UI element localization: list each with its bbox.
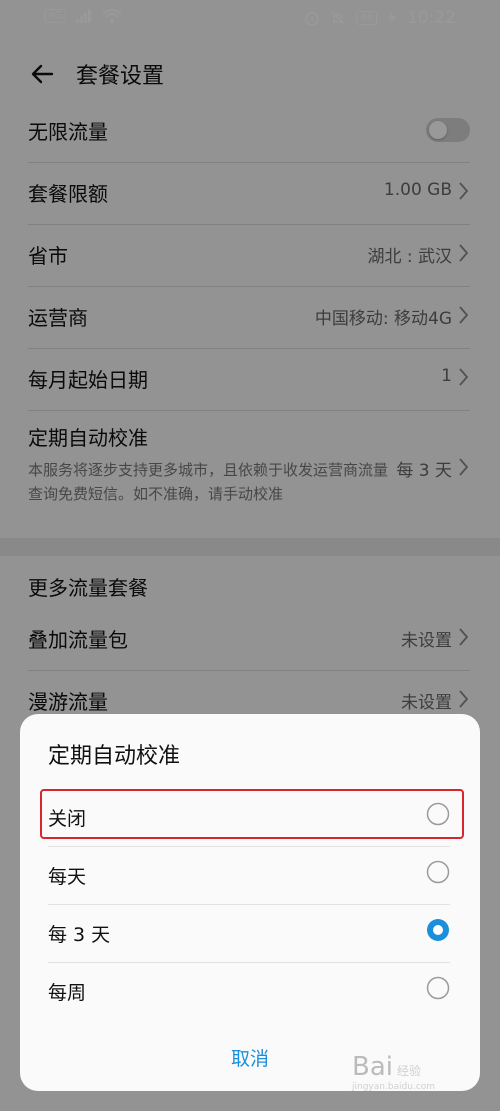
option-daily-label: 每天 (48, 866, 87, 888)
option-every-3-days-label: 每 3 天 (48, 924, 111, 946)
radio-unselected-icon[interactable] (426, 802, 450, 826)
dialog-title: 定期自动校准 (48, 744, 181, 769)
option-every-3-days[interactable]: 每 3 天 (48, 904, 450, 963)
watermark-text: 经验 (397, 1064, 422, 1078)
watermark-logo: Bai (352, 1052, 393, 1082)
radio-unselected-icon[interactable] (426, 976, 450, 1000)
option-off[interactable]: 关闭 (48, 788, 450, 847)
option-off-label: 关闭 (48, 808, 87, 830)
radio-unselected-icon[interactable] (426, 860, 450, 884)
option-weekly[interactable]: 每周 (48, 962, 450, 1020)
watermark: Bai 经验 jingyan.baidu.com (352, 1052, 435, 1092)
option-weekly-label: 每周 (48, 982, 87, 1004)
watermark-site: jingyan.baidu.com (352, 1082, 436, 1092)
option-daily[interactable]: 每天 (48, 846, 450, 905)
calibrate-dialog: 定期自动校准 关闭 每天 每 3 天 每周 取消 (20, 714, 480, 1091)
radio-selected-icon[interactable] (426, 918, 450, 942)
